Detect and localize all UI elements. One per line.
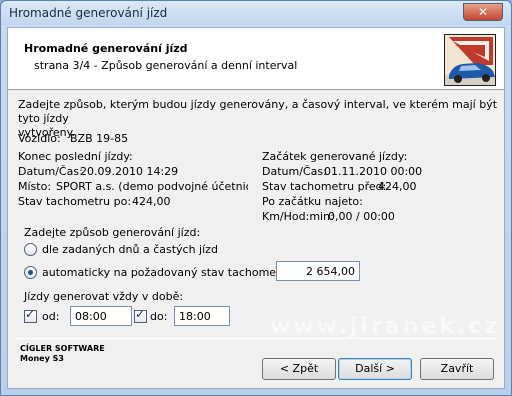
from-time-input[interactable] xyxy=(70,306,132,326)
wizard-header: Hromadné generování jízd strana 3/4 - Zp… xyxy=(8,28,504,90)
brand-line-2: Money S3 xyxy=(20,354,64,363)
method-option1-radio[interactable] xyxy=(24,243,37,256)
new-trip-kmh-value: 0,00 / 00:00 xyxy=(328,210,395,223)
vehicle-value: BZB 19-85 xyxy=(70,132,129,145)
new-trip-heading: Začátek generované jízdy: xyxy=(262,150,408,163)
window-title: Hromadné generování jízd xyxy=(9,6,168,20)
last-trip-odometer-value: 424,00 xyxy=(132,195,171,208)
close-window-button[interactable]: ✕ xyxy=(463,3,503,21)
intro-line-1: Zadejte způsob, kterým budou jízdy gener… xyxy=(18,98,498,125)
last-trip-place-label: Místo: xyxy=(18,180,52,193)
time-window-heading: Jízdy generovat vždy v době: xyxy=(24,290,184,303)
header-title: Hromadné generování jízd xyxy=(24,42,188,55)
title-bar[interactable]: Hromadné generování jízd ✕ xyxy=(1,1,511,25)
vehicle-label: Vozidlo: xyxy=(18,132,61,145)
header-subtitle: strana 3/4 - Způsob generování a denní i… xyxy=(34,59,298,72)
to-time-input[interactable] xyxy=(174,306,230,326)
method-heading: Zadejte způsob generování jízd: xyxy=(24,226,201,239)
check-icon: ✓ xyxy=(135,307,146,321)
from-checkbox[interactable]: ✓ xyxy=(24,307,37,323)
footer-separator xyxy=(14,338,498,339)
last-trip-place-value: SPORT a.s. (demo podvojné účetnictví, sk xyxy=(56,180,248,193)
car-logo-icon xyxy=(444,34,496,86)
last-trip-datetime-value: 20.09.2010 14:29 xyxy=(80,165,179,178)
last-trip-heading: Konec poslední jízdy: xyxy=(18,150,133,163)
close-button[interactable]: Zavřít xyxy=(420,358,494,380)
odometer-target-input[interactable] xyxy=(276,261,360,281)
last-trip-odometer-label: Stav tachometru po: xyxy=(18,195,132,208)
wizard-client-area: Hromadné generování jízd strana 3/4 - Zp… xyxy=(7,27,505,389)
method-option2-radio[interactable] xyxy=(24,266,37,279)
new-trip-datetime-label: Datum/Čas: xyxy=(262,165,327,178)
back-button[interactable]: < Zpět xyxy=(262,358,336,380)
wizard-window: Hromadné generování jízd ✕ Hromadné gene… xyxy=(0,0,512,396)
from-label: od: xyxy=(42,310,60,323)
close-icon: ✕ xyxy=(477,5,489,19)
brand-line-1: CÍGLER SOFTWARE xyxy=(20,344,105,353)
to-label: do: xyxy=(150,310,168,323)
next-button[interactable]: Další > xyxy=(338,358,412,380)
method-option2-label[interactable]: automaticky na požadovaný stav tachometr… xyxy=(42,266,292,279)
new-trip-kmh-label: Km/Hod:min: xyxy=(262,210,334,223)
new-trip-odometer-label: Stav tachometru před: xyxy=(262,180,387,193)
new-trip-odometer-value: 424,00 xyxy=(378,180,417,193)
new-trip-datetime-value: 01.11.2010 00:00 xyxy=(324,165,423,178)
to-checkbox[interactable]: ✓ xyxy=(134,307,147,323)
brand-label: CÍGLER SOFTWARE Money S3 xyxy=(20,344,105,364)
method-option1-label[interactable]: dle zadaných dnů a častých jízd xyxy=(42,243,218,256)
check-icon: ✓ xyxy=(25,307,36,321)
watermark: www.jiranek.cz xyxy=(270,314,501,339)
new-trip-since-start-label: Po začátku najeto: xyxy=(262,195,363,208)
last-trip-datetime-label: Datum/Čas: xyxy=(18,165,83,178)
